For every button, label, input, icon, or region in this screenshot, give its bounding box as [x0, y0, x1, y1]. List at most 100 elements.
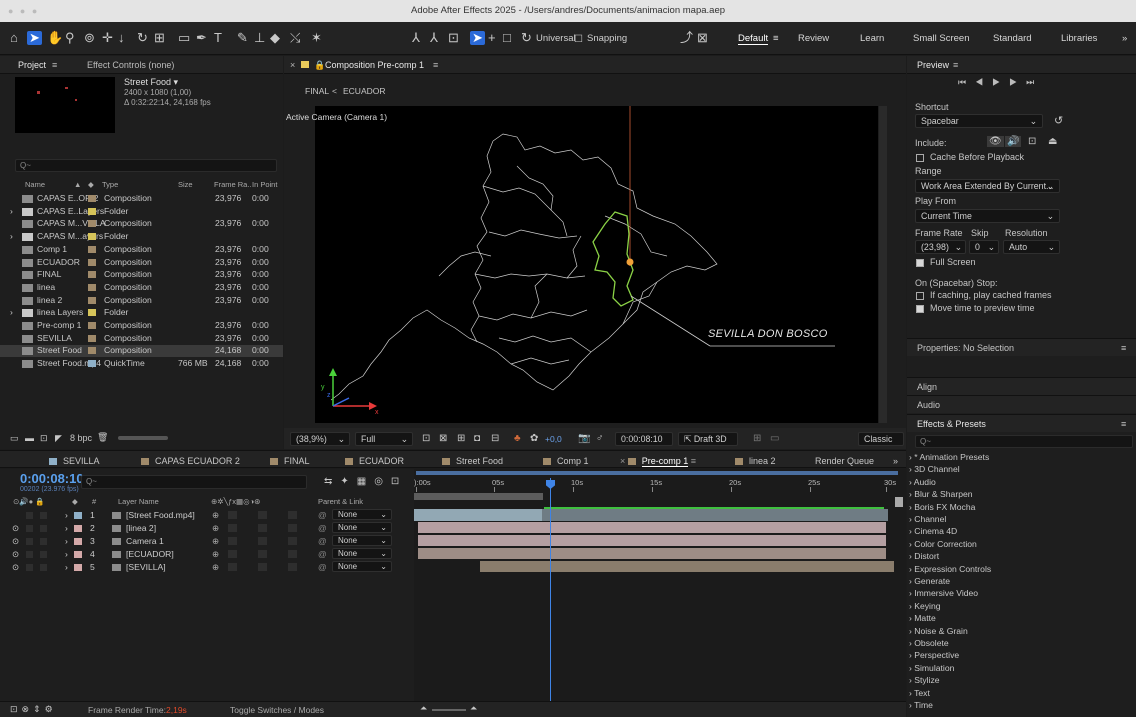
parent-dropdown[interactable]: None ⌄ — [332, 561, 392, 572]
shy-icon[interactable]: ⊕ — [212, 522, 219, 535]
label-swatch[interactable] — [88, 271, 96, 279]
include-audio-icon[interactable]: 🔊 — [1005, 136, 1022, 147]
pickwhip-icon[interactable]: @ — [318, 548, 327, 561]
lock-toggle[interactable] — [40, 564, 47, 571]
label-swatch[interactable] — [88, 233, 96, 241]
time-navigator-range[interactable] — [416, 471, 898, 475]
snapshot-icon[interactable]: 📷 — [578, 433, 590, 444]
local-axis-icon[interactable]: ⅄ — [412, 31, 420, 45]
eye-icon[interactable]: ⊙ — [12, 561, 19, 574]
time-navigator[interactable] — [416, 471, 898, 475]
rectangle-tool-icon[interactable]: ▭ — [178, 31, 190, 45]
sort-icon[interactable]: ▲ — [74, 180, 81, 189]
view-axis-icon[interactable]: ⊡ — [448, 31, 459, 45]
project-item[interactable]: FINAL Composition 23,976 0:00 — [0, 269, 283, 280]
label-col-icon[interactable]: ◆ — [72, 497, 78, 506]
effect-category[interactable]: › Perspective — [909, 650, 959, 660]
expand-arrow-icon[interactable]: › — [65, 548, 68, 561]
effect-category[interactable]: › Color Correction — [909, 539, 977, 549]
project-item[interactable]: › CAPAS M...ayers Folder — [0, 231, 283, 242]
window-controls[interactable]: ● ● ● — [8, 0, 39, 22]
draft-3d-toggle[interactable]: ⇱ Draft 3D — [678, 432, 738, 446]
disclosure-triangle-icon[interactable]: › — [10, 307, 13, 318]
rotate-tool-icon[interactable]: ↻ — [137, 31, 148, 45]
close-tab-icon[interactable]: × — [620, 456, 628, 466]
disclosure-triangle-icon[interactable]: › — [10, 231, 13, 242]
project-item[interactable]: › CAPAS E..Layers Folder — [0, 206, 283, 217]
delete-icon[interactable]: 🗑 — [97, 432, 108, 443]
include-layer-controls-icon[interactable]: ⏏ — [1048, 136, 1057, 147]
project-item[interactable]: SEVILLA Composition 23,976 0:00 — [0, 333, 283, 344]
comp-menu-icon[interactable]: ≡ — [433, 60, 438, 70]
label-swatch[interactable] — [88, 347, 96, 355]
parent-dropdown[interactable]: None ⌄ — [332, 548, 392, 559]
timeline-layer-row[interactable]: › 1 [Street Food.mp4] ⊕ @ None ⌄ — [0, 509, 414, 522]
effect-category[interactable]: › * Animation Presets — [909, 452, 989, 462]
tab-project[interactable]: Project — [18, 60, 46, 70]
breadcrumb-final[interactable]: FINAL — [305, 86, 329, 96]
comp-tab[interactable]: ECUADOR — [345, 456, 404, 466]
effect-category[interactable]: › Distort — [909, 551, 939, 561]
label-swatch[interactable] — [88, 195, 96, 202]
quality-switch[interactable] — [228, 537, 237, 545]
zoom-in-icon[interactable]: ⏶ — [470, 703, 477, 714]
skip-dropdown[interactable]: 0 ⌄ — [969, 240, 999, 254]
comp-tab[interactable]: CAPAS ECUADOR 2 — [141, 456, 240, 466]
label-swatch[interactable] — [88, 258, 96, 266]
shortcut-dropdown[interactable]: Spacebar ⌄ — [915, 114, 1043, 128]
col-in-point[interactable]: In Point — [252, 180, 277, 189]
timeline-layer-row[interactable]: ⊙ › 4 [ECUADOR] ⊕ @ None ⌄ — [0, 548, 414, 561]
eye-icon[interactable]: ⊙ — [12, 522, 19, 535]
effect-category[interactable]: › Stylize — [909, 675, 940, 685]
effects-menu-icon[interactable]: ≡ — [1121, 419, 1126, 429]
disclosure-triangle-icon[interactable]: › — [10, 206, 13, 217]
quality-switch[interactable] — [228, 511, 237, 519]
thumbnail-zoom-slider[interactable] — [118, 436, 168, 440]
roto-brush-tool-icon[interactable]: ⤯ — [290, 31, 300, 45]
world-axis-icon[interactable]: ⅄ — [430, 31, 438, 45]
av-switches-icons[interactable]: ⊙🔊● 🔒 — [13, 497, 45, 506]
timeline-layer-row[interactable]: ⊙ › 5 [SEVILLA] ⊕ @ None ⌄ — [0, 561, 414, 574]
more-workspaces-icon[interactable]: » — [1122, 33, 1127, 44]
resolution-dropdown-preview[interactable]: Auto ⌄ — [1003, 240, 1060, 254]
pickwhip-icon[interactable]: @ — [318, 522, 327, 535]
selection-tool-icon[interactable]: ➤ — [27, 31, 42, 45]
magnification-dropdown[interactable]: (38,9%) ⌄ — [290, 432, 350, 446]
effects-title[interactable]: Effects & Presets — [917, 419, 986, 429]
region-of-interest-icon[interactable]: ⊡ — [422, 433, 430, 444]
gizmo-rotate-icon[interactable]: ↻ — [521, 31, 532, 45]
label-swatch[interactable] — [74, 538, 82, 545]
project-menu-icon[interactable]: ≡ — [52, 60, 57, 70]
zoom-out-icon[interactable]: ⏶ — [420, 703, 427, 714]
timeline-footer-icons[interactable]: ⊡⊗⇕⚙ — [10, 704, 57, 715]
exposure-value[interactable]: +0,0 — [545, 434, 562, 444]
quality-switch[interactable] — [228, 563, 237, 571]
effect-category[interactable]: › Blur & Sharpen — [909, 489, 973, 499]
project-item[interactable]: Pre-comp 1 Composition 23,976 0:00 — [0, 320, 283, 331]
snapping-checkbox[interactable]: ☐ — [574, 33, 583, 47]
project-search-input[interactable]: Q~ — [15, 159, 277, 172]
effect-category[interactable]: › Boris FX Mocha — [909, 502, 975, 512]
universal-mode[interactable]: Universal — [536, 33, 576, 44]
viewer-vertical-scrollbar[interactable] — [879, 106, 887, 423]
ifcaching-checkbox[interactable] — [916, 292, 924, 300]
expand-arrow-icon[interactable]: › — [65, 535, 68, 548]
align-panel-header[interactable]: Align — [907, 377, 1136, 395]
eye-icon[interactable]: ⊙ — [12, 535, 19, 548]
workspace-small-screen[interactable]: Small Screen — [913, 33, 970, 44]
layer-bar-4[interactable] — [418, 548, 886, 559]
project-item[interactable]: linea Composition 23,976 0:00 — [0, 282, 283, 293]
color-channels-icon[interactable]: ♣ — [514, 433, 521, 444]
comp-tab[interactable]: SEVILLA — [49, 456, 100, 466]
playback-controls[interactable]: ⏮◀▶▶⏭ — [958, 77, 1043, 88]
solo-toggle[interactable] — [26, 551, 33, 558]
timeline-switches-icons[interactable]: ⇆✦▦◎⊡ — [324, 476, 407, 487]
work-area-bar[interactable] — [414, 493, 543, 500]
bpc-label[interactable]: 8 bpc — [70, 433, 92, 443]
effect-category[interactable]: › Time — [909, 700, 933, 710]
eraser-tool-icon[interactable]: ◆ — [270, 31, 280, 45]
project-item[interactable]: CAPAS M...VILLA Composition 23,976 0:00 — [0, 218, 283, 229]
effect-category[interactable]: › Channel — [909, 514, 946, 524]
3d-layer-switch[interactable] — [288, 563, 297, 571]
3d-layer-switch[interactable] — [288, 524, 297, 532]
